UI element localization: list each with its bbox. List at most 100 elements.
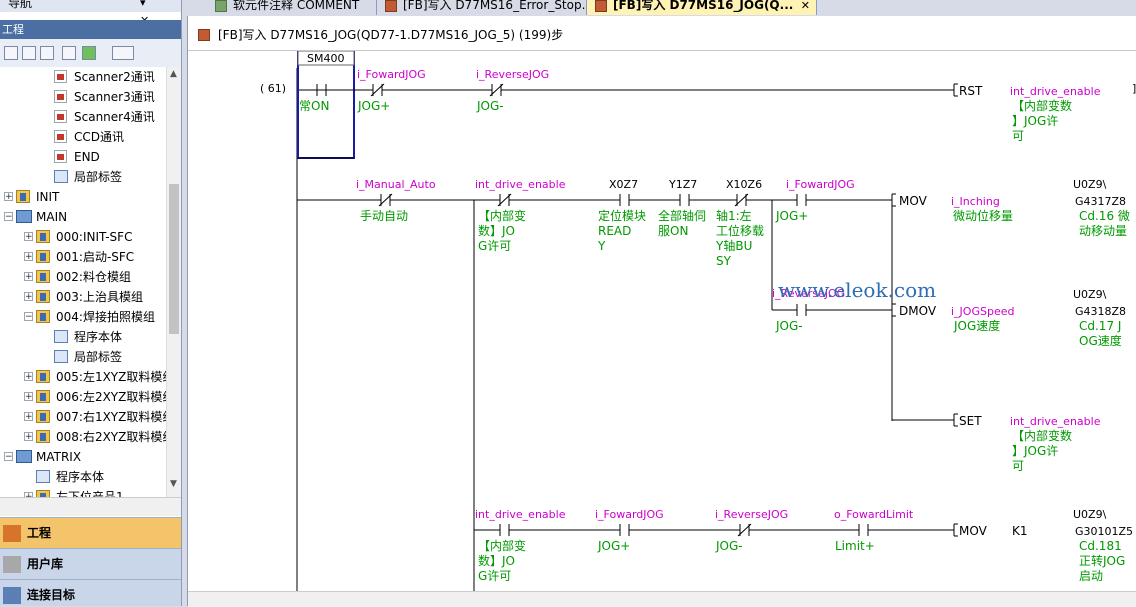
expand-icon[interactable]: + xyxy=(24,292,33,302)
tree-node[interactable]: +008:右2XYZ取料模组 xyxy=(0,427,166,447)
tab-jog[interactable]: [FB]写入 D77MS16_JOG(Q... ✕ xyxy=(587,0,817,15)
tree-node[interactable]: Scanner2通讯 xyxy=(0,67,166,87)
ladder-diagram[interactable]: ( 61) SM400 常ON i_FowardJOG JOG+ i_ReverseJOG… xyxy=(188,51,1136,591)
close-icon[interactable]: ✕ xyxy=(801,0,810,15)
new-item-icon[interactable] xyxy=(4,46,18,60)
contact-label: o_FowardLimit xyxy=(834,508,914,521)
tab-error-stop[interactable]: [FB]写入 D77MS16_Error_Stop... xyxy=(377,0,587,15)
properties-icon[interactable] xyxy=(62,46,76,60)
tree-node[interactable]: 程序本体 xyxy=(0,327,166,347)
scroll-down-icon[interactable]: ▼ xyxy=(170,479,177,489)
folder-icon xyxy=(36,270,50,283)
editor-horizontal-scrollbar[interactable] xyxy=(188,591,1136,607)
contact-label: i_FowardJOG xyxy=(786,178,855,191)
tree-node[interactable]: +000:INIT-SFC xyxy=(0,227,166,247)
tree-vertical-scrollbar[interactable]: ▲ ▼ xyxy=(166,67,181,497)
instruction-operand: i_JOGSpeed xyxy=(951,305,1014,318)
expand-icon[interactable]: + xyxy=(24,392,33,402)
main-folder-icon xyxy=(16,450,32,463)
fb-tab-icon xyxy=(385,0,397,12)
contact-comment: 工位移载 xyxy=(716,223,764,238)
nav-button-2[interactable]: 连接目标 xyxy=(0,579,181,606)
tree-node-label: 左下位产品1 xyxy=(56,490,124,497)
instruction-comment: 】JOG许 xyxy=(1012,114,1058,128)
contact-label: X0Z7 xyxy=(609,178,638,191)
tree-scroll-thumb[interactable] xyxy=(169,184,179,334)
tree-node[interactable]: − MATRIX xyxy=(0,447,166,467)
tools-dropdown-icon[interactable] xyxy=(112,46,134,60)
expand-icon[interactable]: + xyxy=(24,252,33,262)
tree-node[interactable]: Scanner3通讯 xyxy=(0,87,166,107)
tree-node[interactable]: +001:启动-SFC xyxy=(0,247,166,267)
contact-label: int_drive_enable xyxy=(475,178,566,191)
expand-icon[interactable]: + xyxy=(24,432,33,442)
folder-icon xyxy=(36,250,50,263)
paste-icon[interactable] xyxy=(40,46,54,60)
tree-node[interactable]: Scanner4通讯 xyxy=(0,107,166,127)
tree-node[interactable]: +007:右1XYZ取料模组 xyxy=(0,407,166,427)
contact-label: i_FowardJOG xyxy=(357,68,426,81)
folder-icon xyxy=(36,370,50,383)
refresh-icon[interactable] xyxy=(82,46,96,60)
instruction-name: MOV xyxy=(959,524,988,538)
folder-icon xyxy=(36,410,50,423)
tree-node-label: 002:料仓模组 xyxy=(56,270,131,284)
program-icon xyxy=(54,130,67,143)
expand-icon[interactable]: + xyxy=(24,232,33,242)
contact-comment: 数】JO xyxy=(478,553,515,568)
tree-node[interactable]: CCD通讯 xyxy=(0,127,166,147)
instruction-name: MOV xyxy=(899,194,928,208)
tree-node[interactable]: +002:料仓模组 xyxy=(0,267,166,287)
program-icon xyxy=(54,150,67,163)
expand-icon[interactable]: + xyxy=(4,192,13,202)
right-rail-mark: ] xyxy=(1132,82,1136,95)
tree-node[interactable]: 局部标签 xyxy=(0,167,166,187)
tree-node[interactable]: + INIT xyxy=(0,187,166,207)
tree-node-label: 程序本体 xyxy=(56,470,105,484)
tree-node[interactable]: − MAIN xyxy=(0,207,166,227)
tree-node[interactable]: + 左下位产品1 xyxy=(0,487,166,497)
contact-label: i_ReverseJOG xyxy=(476,68,549,81)
contact-comment: SY xyxy=(716,254,732,268)
contact-comment: 轴1:左 xyxy=(716,208,752,223)
editor-title-bar: [FB]写入 D77MS16_JOG(QD77-1.D77MS16_JOG_5)… xyxy=(188,24,1136,46)
nav-button-1[interactable]: 用户库 xyxy=(0,548,181,579)
tree-horizontal-scrollbar[interactable] xyxy=(0,497,181,516)
contact-comment: JOG- xyxy=(715,539,743,553)
nav-button-0[interactable]: 工程 xyxy=(0,517,181,548)
collapse-icon[interactable]: − xyxy=(24,312,33,322)
tree-node-label: MAIN xyxy=(36,210,68,224)
contact-comment: 数】JO xyxy=(478,223,515,238)
collapse-icon[interactable]: − xyxy=(4,212,13,222)
tree-node[interactable]: 程序本体 xyxy=(0,467,166,487)
program-icon xyxy=(54,90,67,103)
expand-icon[interactable]: + xyxy=(24,272,33,282)
main-folder-icon xyxy=(16,210,32,223)
scroll-up-icon[interactable]: ▲ xyxy=(170,69,177,79)
connection-icon xyxy=(3,587,21,604)
nav-button-label: 用户库 xyxy=(27,557,64,571)
copy-icon[interactable] xyxy=(22,46,36,60)
tree-node[interactable]: − 004:焊接拍照模组 xyxy=(0,307,166,327)
tree-node[interactable]: +005:左1XYZ取料模组 xyxy=(0,367,166,387)
contact-label: X10Z6 xyxy=(726,178,762,191)
step-number: ( 61) xyxy=(260,82,286,95)
tree-node[interactable]: +003:上治具模组 xyxy=(0,287,166,307)
instruction-dest-comment: 动移动量 xyxy=(1079,224,1127,238)
instruction-comment: 可 xyxy=(1012,459,1024,473)
contact-comment: 全部轴伺 xyxy=(658,208,706,223)
tab-comment[interactable]: 软元件注释 COMMENT xyxy=(207,0,377,15)
contact-label: Y1Z7 xyxy=(668,178,697,191)
fb-file-icon xyxy=(198,29,210,41)
folder-icon xyxy=(36,430,50,443)
tree-node[interactable]: +006:左2XYZ取料模组 xyxy=(0,387,166,407)
library-icon xyxy=(3,556,21,573)
instruction-dest-comment: 正转JOG xyxy=(1079,553,1125,568)
tree-node[interactable]: 局部标签 xyxy=(0,347,166,367)
expand-icon[interactable]: + xyxy=(24,372,33,382)
contact-comment: 定位模块 xyxy=(598,208,646,223)
tree-node[interactable]: END xyxy=(0,147,166,167)
expand-icon[interactable]: + xyxy=(24,412,33,422)
instruction-operand: K1 xyxy=(1012,524,1028,538)
collapse-icon[interactable]: − xyxy=(4,452,13,462)
